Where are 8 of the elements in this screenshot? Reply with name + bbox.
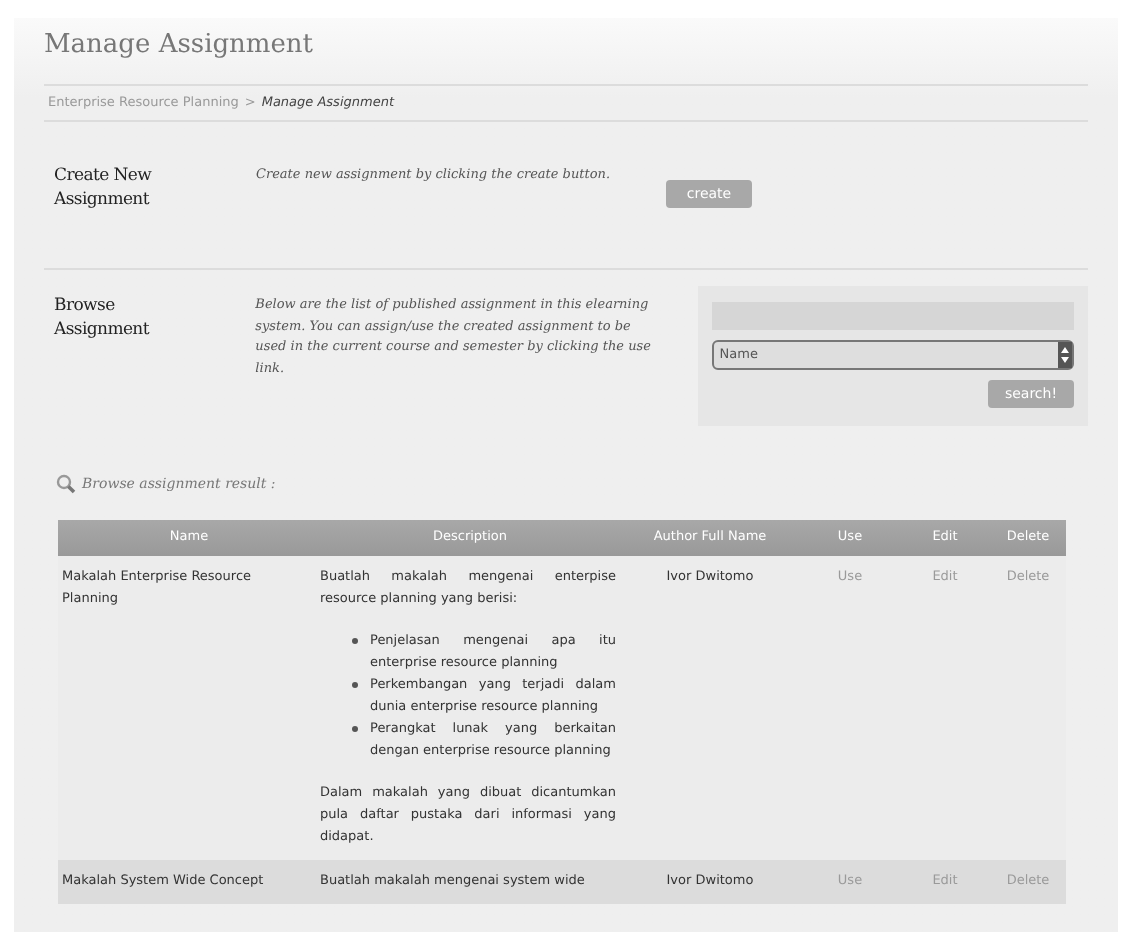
dropdown-arrows-icon	[1058, 342, 1072, 368]
bullet-icon	[352, 637, 358, 643]
section-heading: Create New Assignment	[54, 164, 154, 214]
page-title: Manage Assignment	[44, 28, 316, 64]
search-icon	[56, 474, 76, 495]
section-heading: Browse Assignment	[54, 294, 152, 344]
bullet-icon	[352, 725, 358, 731]
bullet-icon	[352, 681, 358, 687]
